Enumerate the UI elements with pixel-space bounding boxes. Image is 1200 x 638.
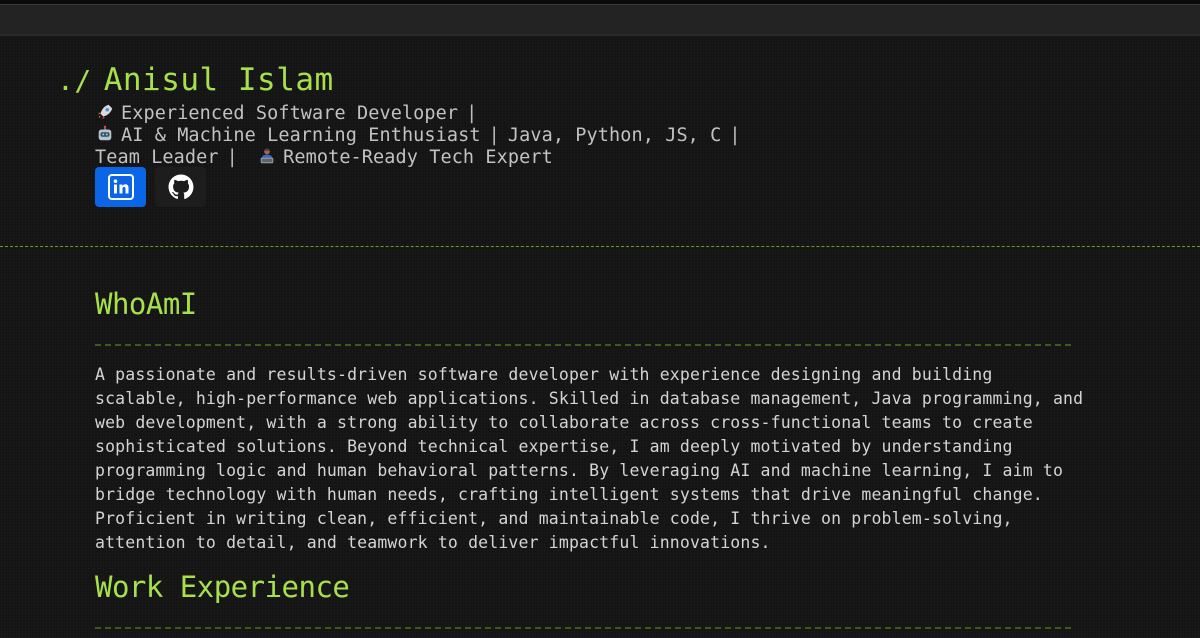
rocket-icon xyxy=(97,104,113,120)
profile-name: Anisul Islam xyxy=(103,62,334,98)
browser-top-bar xyxy=(0,0,1200,36)
tagline-part-5: Remote-Ready Tech Expert xyxy=(283,147,553,168)
robot-icon xyxy=(98,125,112,141)
tagline-part-2: AI & Machine Learning Enthusiast xyxy=(121,125,481,146)
about-paragraph: A passionate and results-driven software… xyxy=(95,365,1084,552)
about-section-divider xyxy=(95,344,1071,346)
about-section-title: WhoAmI xyxy=(95,287,197,321)
tagline-separator: | xyxy=(466,103,478,124)
work-section-title: Work Experience xyxy=(95,570,350,604)
tagline-part-1: Experienced Software Developer xyxy=(121,103,459,124)
github-button[interactable] xyxy=(155,167,206,207)
terminal-prompt: ./ xyxy=(57,64,92,97)
work-section-divider xyxy=(95,627,1071,629)
tagline-separator: | xyxy=(729,125,741,146)
linkedin-icon xyxy=(107,174,134,200)
linkedin-button[interactable] xyxy=(95,167,146,207)
github-icon xyxy=(168,174,193,200)
browser-tab-strip xyxy=(0,4,1200,34)
tagline-part-4: Team Leader xyxy=(95,147,219,168)
portfolio-page: ./ Anisul Islam Experienced Software Dev… xyxy=(0,36,1200,638)
profile-tagline: Experienced Software Developer | AI & Mac… xyxy=(95,103,1085,169)
technologist-icon xyxy=(260,148,274,164)
tagline-part-3: Java, Python, JS, C xyxy=(507,125,722,146)
profile-header: ./ Anisul Islam Experienced Software Dev… xyxy=(0,36,1200,247)
tagline-separator: | xyxy=(488,125,500,146)
profile-name-row: ./ Anisul Islam xyxy=(57,62,334,98)
tagline-separator: | xyxy=(226,147,238,168)
social-links xyxy=(95,167,206,207)
